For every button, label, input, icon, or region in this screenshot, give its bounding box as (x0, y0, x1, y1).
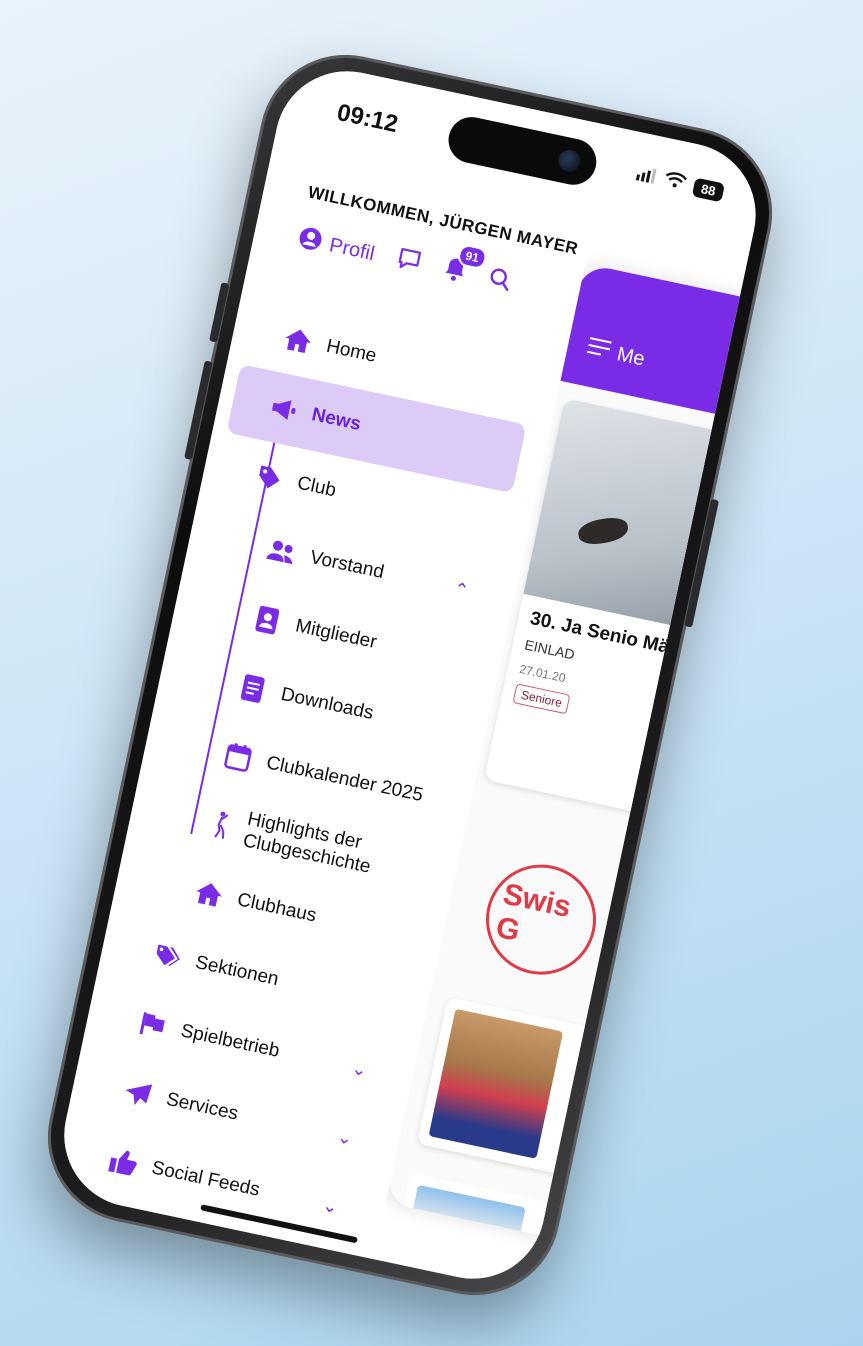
phone-mockup: Me 30. Ja Senio März EINLAD 27.01.20 Sen… (31, 38, 789, 1312)
chat-bubble-icon (392, 244, 424, 280)
status-time: 09:12 (334, 98, 401, 139)
chevron-down-icon[interactable]: ⌄ (350, 1057, 369, 1081)
dynamic-island (444, 112, 601, 190)
hamburger-icon (585, 336, 612, 364)
nav-item-label: News (309, 404, 363, 436)
paper-plane-icon (120, 1076, 156, 1112)
photo-card[interactable] (416, 996, 683, 1194)
messages-button[interactable] (392, 244, 424, 280)
nav-item-label: Clubkalender 2025 (264, 752, 425, 807)
chevron-down-icon[interactable]: ⌄ (335, 1126, 354, 1150)
photo-card[interactable] (395, 1172, 646, 1252)
nav-item-label: Social Feeds (149, 1157, 262, 1201)
profile-label: Profil (327, 234, 377, 266)
chevron-up-icon[interactable]: ⌃ (452, 578, 471, 602)
menu-button[interactable]: Me (585, 336, 647, 371)
golfer-icon (206, 808, 235, 842)
notifications-button[interactable]: 91 (439, 243, 488, 289)
user-circle-icon (295, 224, 325, 258)
nav-item-label: Vorstand (308, 546, 386, 584)
battery-indicator: 88 (691, 177, 726, 203)
nav-item-label: Home (324, 335, 379, 367)
nav-item-label: Mitglieder (293, 615, 379, 654)
wifi-icon (662, 170, 688, 195)
search-icon (485, 265, 515, 298)
megaphone-icon (266, 391, 302, 427)
nav-item-label: Club (295, 472, 338, 502)
thumbs-up-icon (106, 1144, 142, 1180)
status-icons: 88 (635, 164, 726, 203)
news-card-tag[interactable]: Seniore (512, 683, 571, 715)
bird-photo (576, 515, 630, 547)
swiss-golf-logo[interactable]: Swis G (475, 854, 607, 985)
address-book-icon (249, 602, 285, 638)
search-button[interactable] (485, 265, 515, 298)
nav-item-label: Services (164, 1088, 240, 1125)
chevron-down-icon[interactable]: ⌄ (321, 1194, 340, 1218)
camera-icon (556, 147, 583, 174)
home-icon (280, 323, 316, 359)
nav-item-label: Downloads (279, 683, 376, 724)
nav-item-label: Sektionen (193, 951, 281, 991)
team-photo (428, 1008, 564, 1159)
users-icon (264, 534, 300, 570)
nav-item-label: Spielbetrieb (178, 1020, 282, 1062)
nav-item-label: Clubhaus (235, 889, 319, 927)
flag-icon (135, 1007, 171, 1043)
tags-icon (149, 939, 185, 975)
document-icon (235, 671, 271, 707)
calendar-icon (220, 739, 256, 775)
home-icon (191, 876, 227, 912)
signal-icon (635, 164, 659, 189)
menu-label: Me (615, 342, 647, 371)
profile-link[interactable]: Profil (295, 224, 377, 269)
tag-icon (251, 460, 287, 496)
outdoor-photo (405, 1184, 526, 1252)
